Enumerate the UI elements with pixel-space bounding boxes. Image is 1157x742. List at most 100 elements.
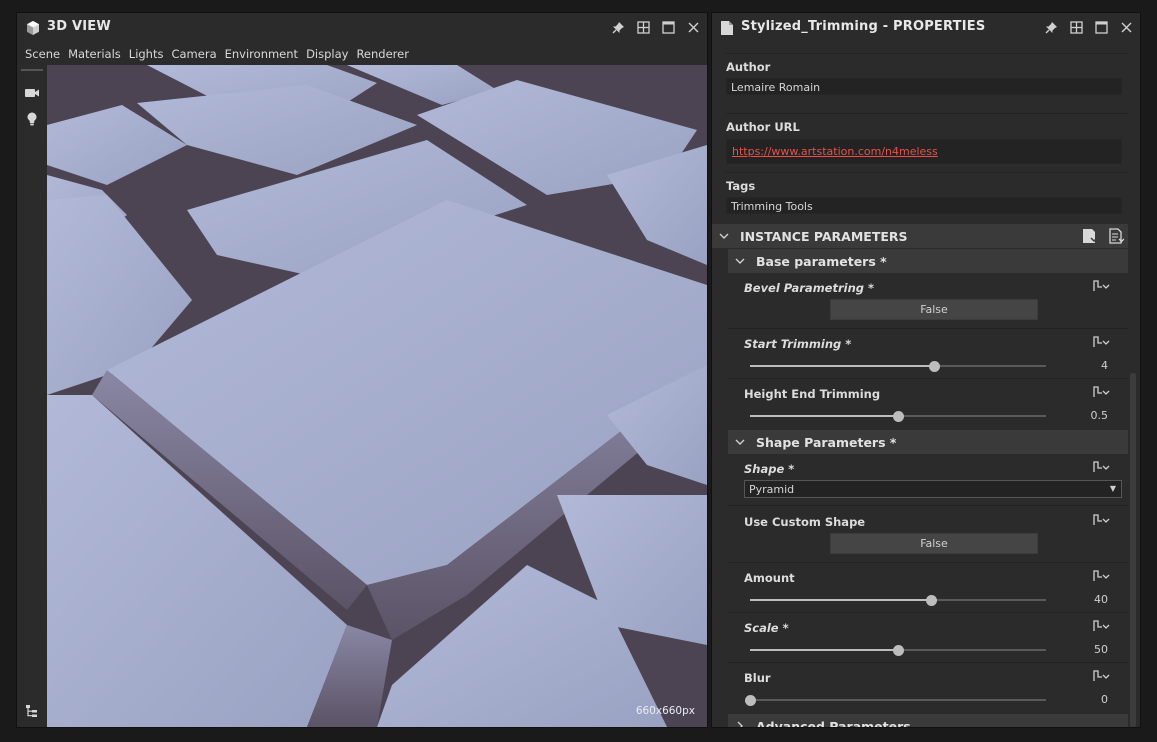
slider-fill: [750, 365, 934, 367]
author-row: Author Lemaire Romain: [726, 60, 1128, 95]
chevron-down-icon: [735, 258, 745, 264]
menu-scene[interactable]: Scene: [21, 43, 64, 65]
3d-view-menubar: Scene Materials Lights Camera Environmen…: [17, 43, 707, 65]
shape-parameters-label: Shape Parameters *: [756, 435, 897, 450]
slider-fill: [750, 415, 898, 417]
param-shape: Shape * Pyramid ▼: [728, 454, 1128, 506]
slider-handle[interactable]: [745, 695, 756, 706]
maximize-icon[interactable]: [1094, 20, 1109, 35]
shape-parameters-header[interactable]: Shape Parameters *: [728, 430, 1128, 454]
row-separator: [726, 172, 1128, 173]
pin-icon[interactable]: [611, 20, 626, 35]
height-end-trimming-slider[interactable]: [750, 411, 1046, 422]
param-label: Bevel Parametring *: [744, 281, 875, 295]
tags-field[interactable]: Trimming Tools: [726, 197, 1122, 214]
properties-panel: Stylized_Trimming - PROPERTIES Author Le…: [711, 12, 1141, 728]
slider-fill: [750, 599, 931, 601]
dock-icon[interactable]: [636, 20, 651, 35]
param-label: Height End Trimming: [744, 387, 881, 401]
chevron-right-icon: [737, 721, 743, 727]
light-bulb-icon[interactable]: [22, 109, 42, 129]
save-preset-icon[interactable]: [1082, 228, 1098, 244]
menu-environment[interactable]: Environment: [221, 43, 302, 65]
load-preset-icon[interactable]: [1109, 228, 1125, 244]
author-url-field[interactable]: https://www.artstation.com/n4meless: [726, 139, 1122, 164]
reset-icon[interactable]: [1092, 569, 1110, 583]
param-blur: Blur 0: [728, 663, 1128, 713]
properties-titlebar: Stylized_Trimming - PROPERTIES: [712, 13, 1140, 43]
param-bevel-parametring: Bevel Parametring * False: [728, 273, 1128, 329]
param-height-end-trimming: Height End Trimming 0.5: [728, 379, 1128, 429]
reset-icon[interactable]: [1092, 513, 1110, 527]
advanced-parameters-label: Advanced Parameters: [756, 719, 911, 728]
reset-icon[interactable]: [1092, 279, 1110, 293]
slider-handle[interactable]: [893, 411, 904, 422]
menu-renderer[interactable]: Renderer: [352, 43, 413, 65]
properties-scroll-area[interactable]: Author Lemaire Romain Author URL https:/…: [712, 43, 1128, 728]
slider-handle[interactable]: [928, 361, 940, 372]
reset-icon[interactable]: [1092, 385, 1110, 399]
param-amount: Amount 40: [728, 563, 1128, 613]
param-start-trimming: Start Trimming * 4: [728, 329, 1128, 379]
3d-view-toolbar: [17, 65, 47, 727]
scale-slider[interactable]: [750, 645, 1046, 656]
slider-handle[interactable]: [893, 645, 904, 656]
base-parameters-header[interactable]: Base parameters *: [728, 249, 1128, 273]
param-label: Amount: [744, 571, 795, 585]
bevel-toggle-button[interactable]: False: [830, 299, 1038, 320]
close-icon[interactable]: [686, 20, 701, 35]
start-trimming-slider[interactable]: [750, 361, 1046, 372]
resolution-label: 660x660px: [635, 705, 695, 717]
custom-shape-toggle-button[interactable]: False: [830, 533, 1038, 554]
scene-tree-icon[interactable]: [22, 701, 42, 721]
slider-value: 40: [1094, 593, 1108, 606]
3d-view-panel: 3D VIEW Scene Materials Lights Camera En…: [16, 12, 708, 728]
stylized-stone-render: [47, 65, 707, 727]
camera-icon[interactable]: [22, 83, 42, 103]
dropdown-caret-icon: ▼: [1109, 484, 1116, 493]
reset-icon[interactable]: [1092, 335, 1110, 349]
param-label: Use Custom Shape: [744, 515, 866, 529]
shape-dropdown[interactable]: Pyramid ▼: [744, 480, 1122, 498]
param-label: Shape *: [744, 462, 795, 476]
advanced-parameters-header[interactable]: Advanced Parameters: [728, 714, 1128, 728]
author-label: Author: [726, 60, 771, 74]
author-field[interactable]: Lemaire Romain: [726, 78, 1122, 95]
3d-view-titlebar: 3D VIEW: [17, 13, 707, 43]
scrollbar-thumb[interactable]: [1130, 373, 1136, 727]
menu-display[interactable]: Display: [302, 43, 352, 65]
slider-value: 4: [1101, 359, 1108, 372]
pin-icon[interactable]: [1044, 20, 1059, 35]
row-separator: [726, 113, 1128, 114]
instance-parameters-label: INSTANCE PARAMETERS: [740, 229, 908, 244]
instance-parameters-header[interactable]: INSTANCE PARAMETERS: [712, 224, 1128, 248]
chevron-down-icon: [735, 439, 745, 445]
blur-slider[interactable]: [745, 695, 1046, 706]
dock-icon[interactable]: [1069, 20, 1084, 35]
param-separator: [728, 505, 1128, 506]
author-url-link[interactable]: https://www.artstation.com/n4meless: [732, 145, 938, 158]
menu-materials[interactable]: Materials: [64, 43, 125, 65]
param-scale: Scale * 50: [728, 613, 1128, 663]
slider-handle[interactable]: [925, 595, 937, 606]
shape-dropdown-value: Pyramid: [749, 483, 795, 496]
reset-icon[interactable]: [1092, 669, 1110, 683]
reset-icon[interactable]: [1092, 619, 1110, 633]
param-use-custom-shape: Use Custom Shape False: [728, 507, 1128, 563]
tags-label: Tags: [726, 179, 756, 193]
reset-icon[interactable]: [1092, 460, 1110, 474]
menu-lights[interactable]: Lights: [125, 43, 168, 65]
properties-title: Stylized_Trimming - PROPERTIES: [741, 19, 986, 34]
3d-viewport[interactable]: 660x660px: [47, 65, 707, 727]
properties-scrollbar[interactable]: [1128, 43, 1138, 727]
param-label: Blur: [744, 671, 771, 685]
close-icon[interactable]: [1119, 20, 1134, 35]
slider-fill: [750, 649, 898, 651]
tags-row: Tags Trimming Tools: [726, 179, 1128, 214]
row-separator: [726, 53, 1128, 54]
chevron-down-icon: [719, 233, 729, 239]
toolbar-grip: [21, 69, 43, 71]
maximize-icon[interactable]: [661, 20, 676, 35]
amount-slider[interactable]: [750, 595, 1046, 606]
menu-camera[interactable]: Camera: [167, 43, 220, 65]
